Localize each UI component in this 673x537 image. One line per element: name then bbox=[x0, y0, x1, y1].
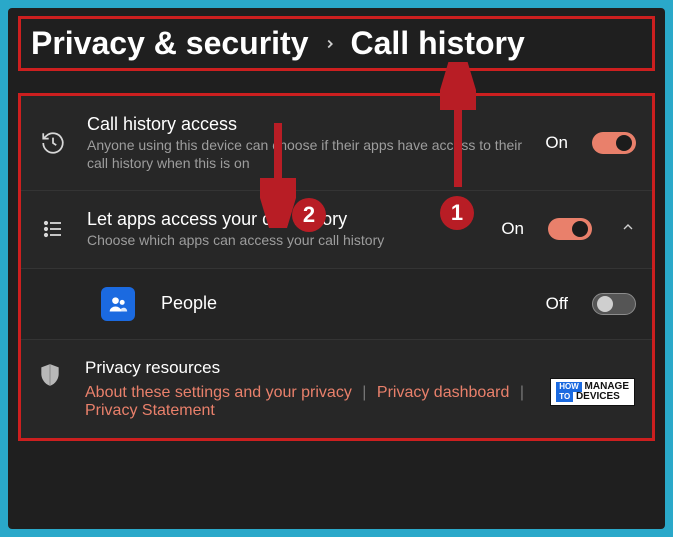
setting-title: Let apps access your call history bbox=[87, 209, 485, 230]
toggle-call-history-access[interactable] bbox=[592, 132, 636, 154]
link-privacy-statement[interactable]: Privacy Statement bbox=[85, 402, 215, 419]
link-privacy-dashboard[interactable]: Privacy dashboard bbox=[377, 384, 510, 401]
breadcrumb: Privacy & security Call history bbox=[18, 16, 655, 71]
breadcrumb-current: Call history bbox=[351, 25, 525, 62]
list-icon bbox=[35, 217, 71, 241]
people-app-icon bbox=[101, 287, 135, 321]
watermark: HOW MANAGE TO DEVICES bbox=[550, 378, 635, 406]
toggle-state-label: On bbox=[545, 133, 568, 153]
link-separator: | bbox=[362, 384, 366, 401]
app-row-people: People Off bbox=[21, 269, 652, 340]
setting-description: Choose which apps can access your call h… bbox=[87, 232, 485, 250]
setting-title: Call history access bbox=[87, 114, 529, 135]
chevron-up-icon[interactable] bbox=[620, 219, 636, 240]
toggle-people-app[interactable] bbox=[592, 293, 636, 315]
toggle-apps-access[interactable] bbox=[548, 218, 592, 240]
toggle-state-label: On bbox=[501, 219, 524, 239]
shield-icon bbox=[37, 362, 63, 393]
setting-description: Anyone using this device can choose if t… bbox=[87, 137, 529, 172]
toggle-state-label: Off bbox=[546, 294, 568, 314]
setting-apps-access[interactable]: Let apps access your call history Choose… bbox=[21, 191, 652, 269]
app-name: People bbox=[161, 293, 530, 314]
link-separator: | bbox=[520, 384, 524, 401]
resources-title: Privacy resources bbox=[85, 358, 636, 378]
link-about-settings[interactable]: About these settings and your privacy bbox=[85, 384, 352, 401]
setting-call-history-access: Call history access Anyone using this de… bbox=[21, 96, 652, 191]
history-icon bbox=[35, 130, 71, 156]
breadcrumb-parent[interactable]: Privacy & security bbox=[31, 25, 309, 62]
chevron-right-icon bbox=[323, 30, 337, 58]
